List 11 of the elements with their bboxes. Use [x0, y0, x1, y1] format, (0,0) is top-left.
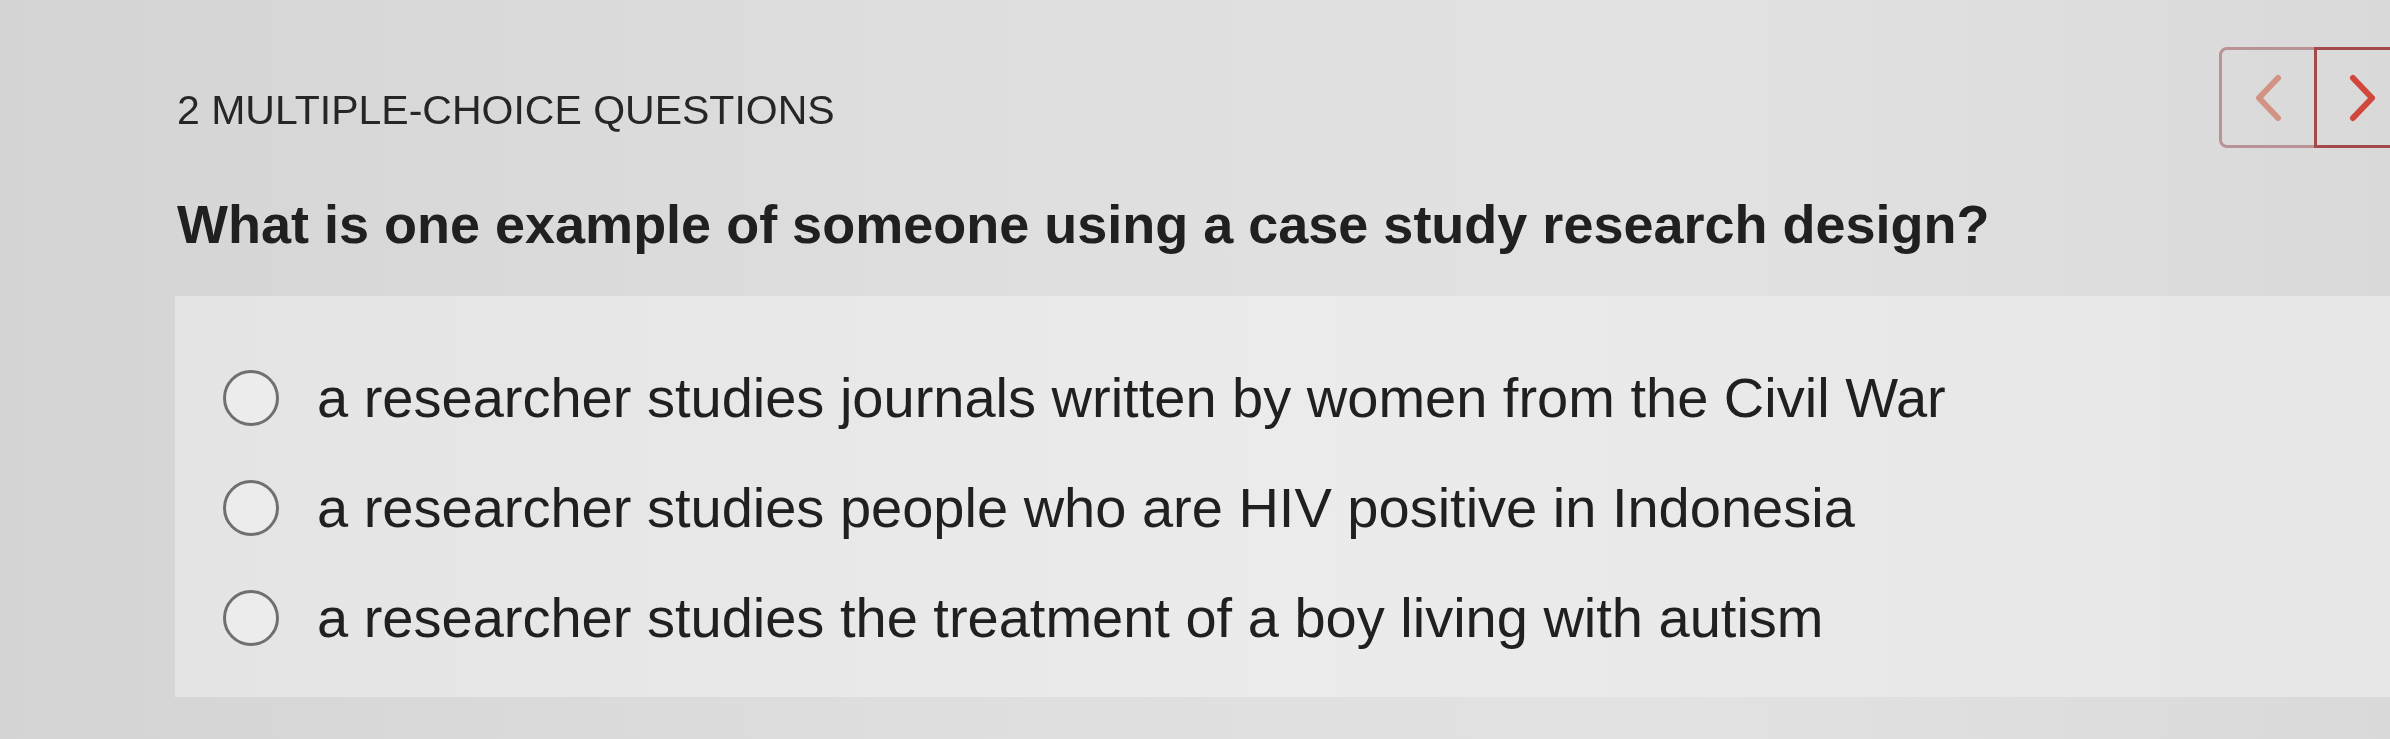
chevron-right-icon	[2349, 73, 2377, 122]
chevron-left-icon	[2254, 73, 2282, 122]
radio-button[interactable]	[223, 370, 279, 426]
option-text: a researcher studies the treatment of a boy living with autism	[317, 586, 1824, 650]
radio-button[interactable]	[223, 480, 279, 536]
question-text: What is one example of someone using a case study research design?	[177, 193, 1991, 255]
next-button[interactable]	[2314, 47, 2390, 148]
option-text: a researcher studies journals written by women from the Civil War	[317, 366, 1946, 430]
option-text: a researcher studies people who are HIV positive in Indonesia	[317, 476, 1855, 540]
section-title: 2 MULTIPLE-CHOICE QUESTIONS	[177, 86, 835, 134]
radio-button[interactable]	[223, 590, 279, 646]
